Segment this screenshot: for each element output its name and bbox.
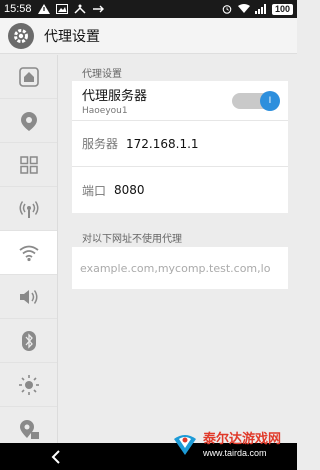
- proxy-settings-panel: 代理设置 代理服务器 Haoeyou1 I 服务器 172.168.1.1 端口…: [58, 55, 297, 443]
- watermark: 泰尔达游戏网 www.tairda.com: [165, 415, 297, 470]
- warning-icon: [37, 4, 50, 14]
- home-icon: [18, 66, 39, 87]
- proxy-section-label: 代理设置: [82, 69, 122, 80]
- clock: 15:58: [4, 3, 32, 15]
- watermark-brand: 泰尔达游戏网: [203, 431, 282, 447]
- watermark-url: www.tairda.com: [203, 447, 267, 458]
- port-value[interactable]: 8080: [114, 183, 145, 197]
- sidebar-item-apps[interactable]: [0, 143, 57, 187]
- usb-icon: [74, 4, 86, 14]
- grid-icon: [19, 155, 38, 174]
- proxy-server-title: 代理服务器: [82, 89, 148, 104]
- exclusion-card: example.com,mycomp.test.com,lo: [72, 247, 288, 289]
- sidebar-item-location[interactable]: [0, 99, 57, 143]
- sidebar-item-wifi[interactable]: [0, 231, 57, 275]
- proxy-server-toggle-row[interactable]: 代理服务器 Haoeyou1 I: [72, 81, 288, 121]
- status-bar: 15:58 100: [0, 0, 297, 18]
- sidebar-item-display[interactable]: [0, 363, 57, 407]
- signal-icon: [254, 4, 266, 14]
- server-label: 服务器: [82, 137, 119, 151]
- volume-icon: [19, 289, 37, 304]
- location-pin-icon: [20, 111, 37, 131]
- toggle-knob: I: [260, 91, 280, 111]
- wifi-icon: [18, 245, 39, 261]
- location-lock-icon: [19, 419, 39, 439]
- sidebar-item-bluetooth[interactable]: [0, 319, 57, 363]
- usb-debug-icon: [92, 5, 104, 13]
- exclusion-section-label: 对以下网址不使用代理: [82, 234, 182, 245]
- sidebar-item-home[interactable]: [0, 55, 57, 99]
- port-label: 端口: [82, 183, 107, 198]
- wireless-signal-icon: [19, 200, 38, 218]
- exclusion-list-input[interactable]: example.com,mycomp.test.com,lo: [72, 247, 288, 289]
- sidebar: [0, 55, 58, 451]
- proxy-network-name: Haoeyou1: [82, 106, 128, 116]
- battery-indicator: 100: [271, 3, 293, 15]
- alarm-icon: [222, 5, 232, 14]
- server-value[interactable]: 172.168.1.1: [126, 137, 199, 151]
- port-row[interactable]: 端口 8080: [72, 167, 288, 213]
- title-bar: 代理设置: [0, 18, 297, 54]
- proxy-card: 代理服务器 Haoeyou1 I 服务器 172.168.1.1 端口 8080: [72, 81, 288, 213]
- sidebar-item-sound[interactable]: [0, 275, 57, 319]
- sidebar-item-wireless[interactable]: [0, 187, 57, 231]
- image-icon: [55, 4, 68, 14]
- proxy-toggle[interactable]: I: [232, 91, 280, 111]
- page-title: 代理设置: [44, 28, 100, 45]
- server-row[interactable]: 服务器 172.168.1.1: [72, 121, 288, 167]
- brightness-icon: [18, 374, 39, 395]
- back-icon[interactable]: [50, 449, 62, 464]
- watermark-logo: [174, 434, 196, 455]
- wifi-status-icon: [237, 4, 250, 13]
- gear-icon[interactable]: [8, 22, 34, 49]
- bluetooth-icon: [21, 330, 36, 351]
